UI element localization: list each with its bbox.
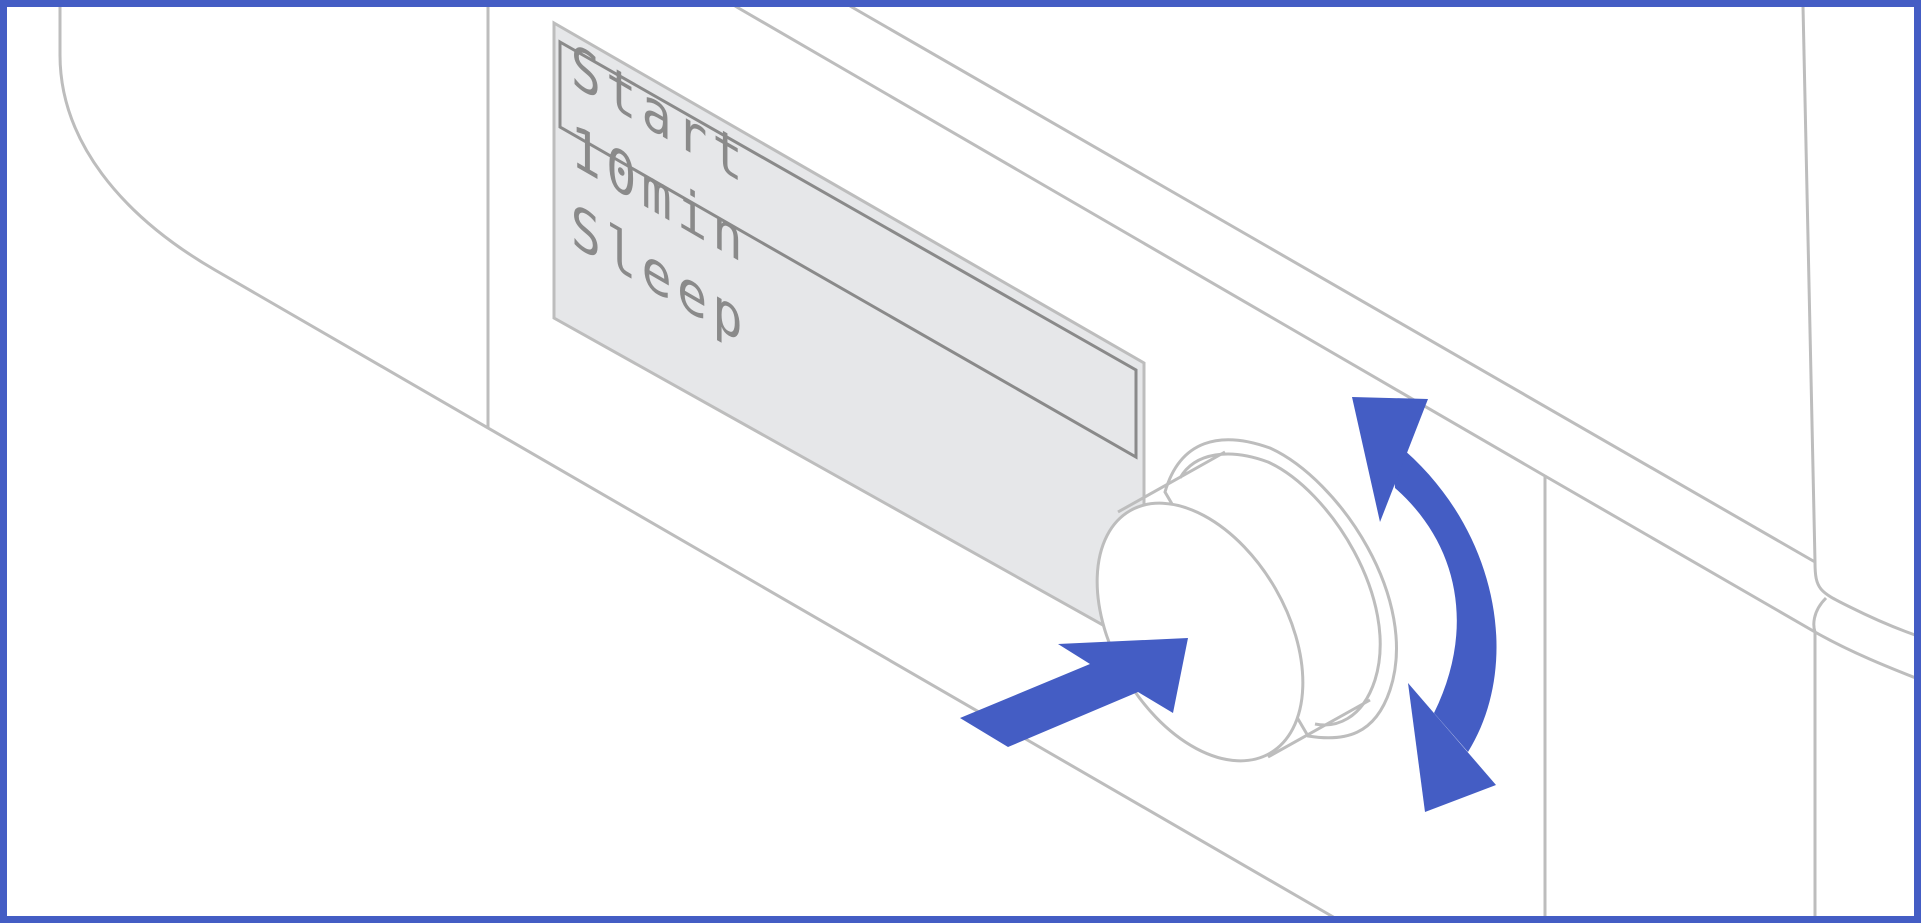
body-right-edge — [1544, 474, 1816, 634]
body-corner-post — [1801, 5, 1921, 639]
body-corner-lower — [1812, 596, 1921, 682]
diagram-canvas: Start 10min Sleep — [0, 0, 1921, 923]
press-arrow-icon — [960, 638, 1188, 747]
rotate-arc — [1392, 440, 1497, 752]
appliance-control-diagram: Start 10min Sleep — [0, 0, 1921, 923]
display-panel: Start 10min Sleep — [552, 20, 1146, 651]
